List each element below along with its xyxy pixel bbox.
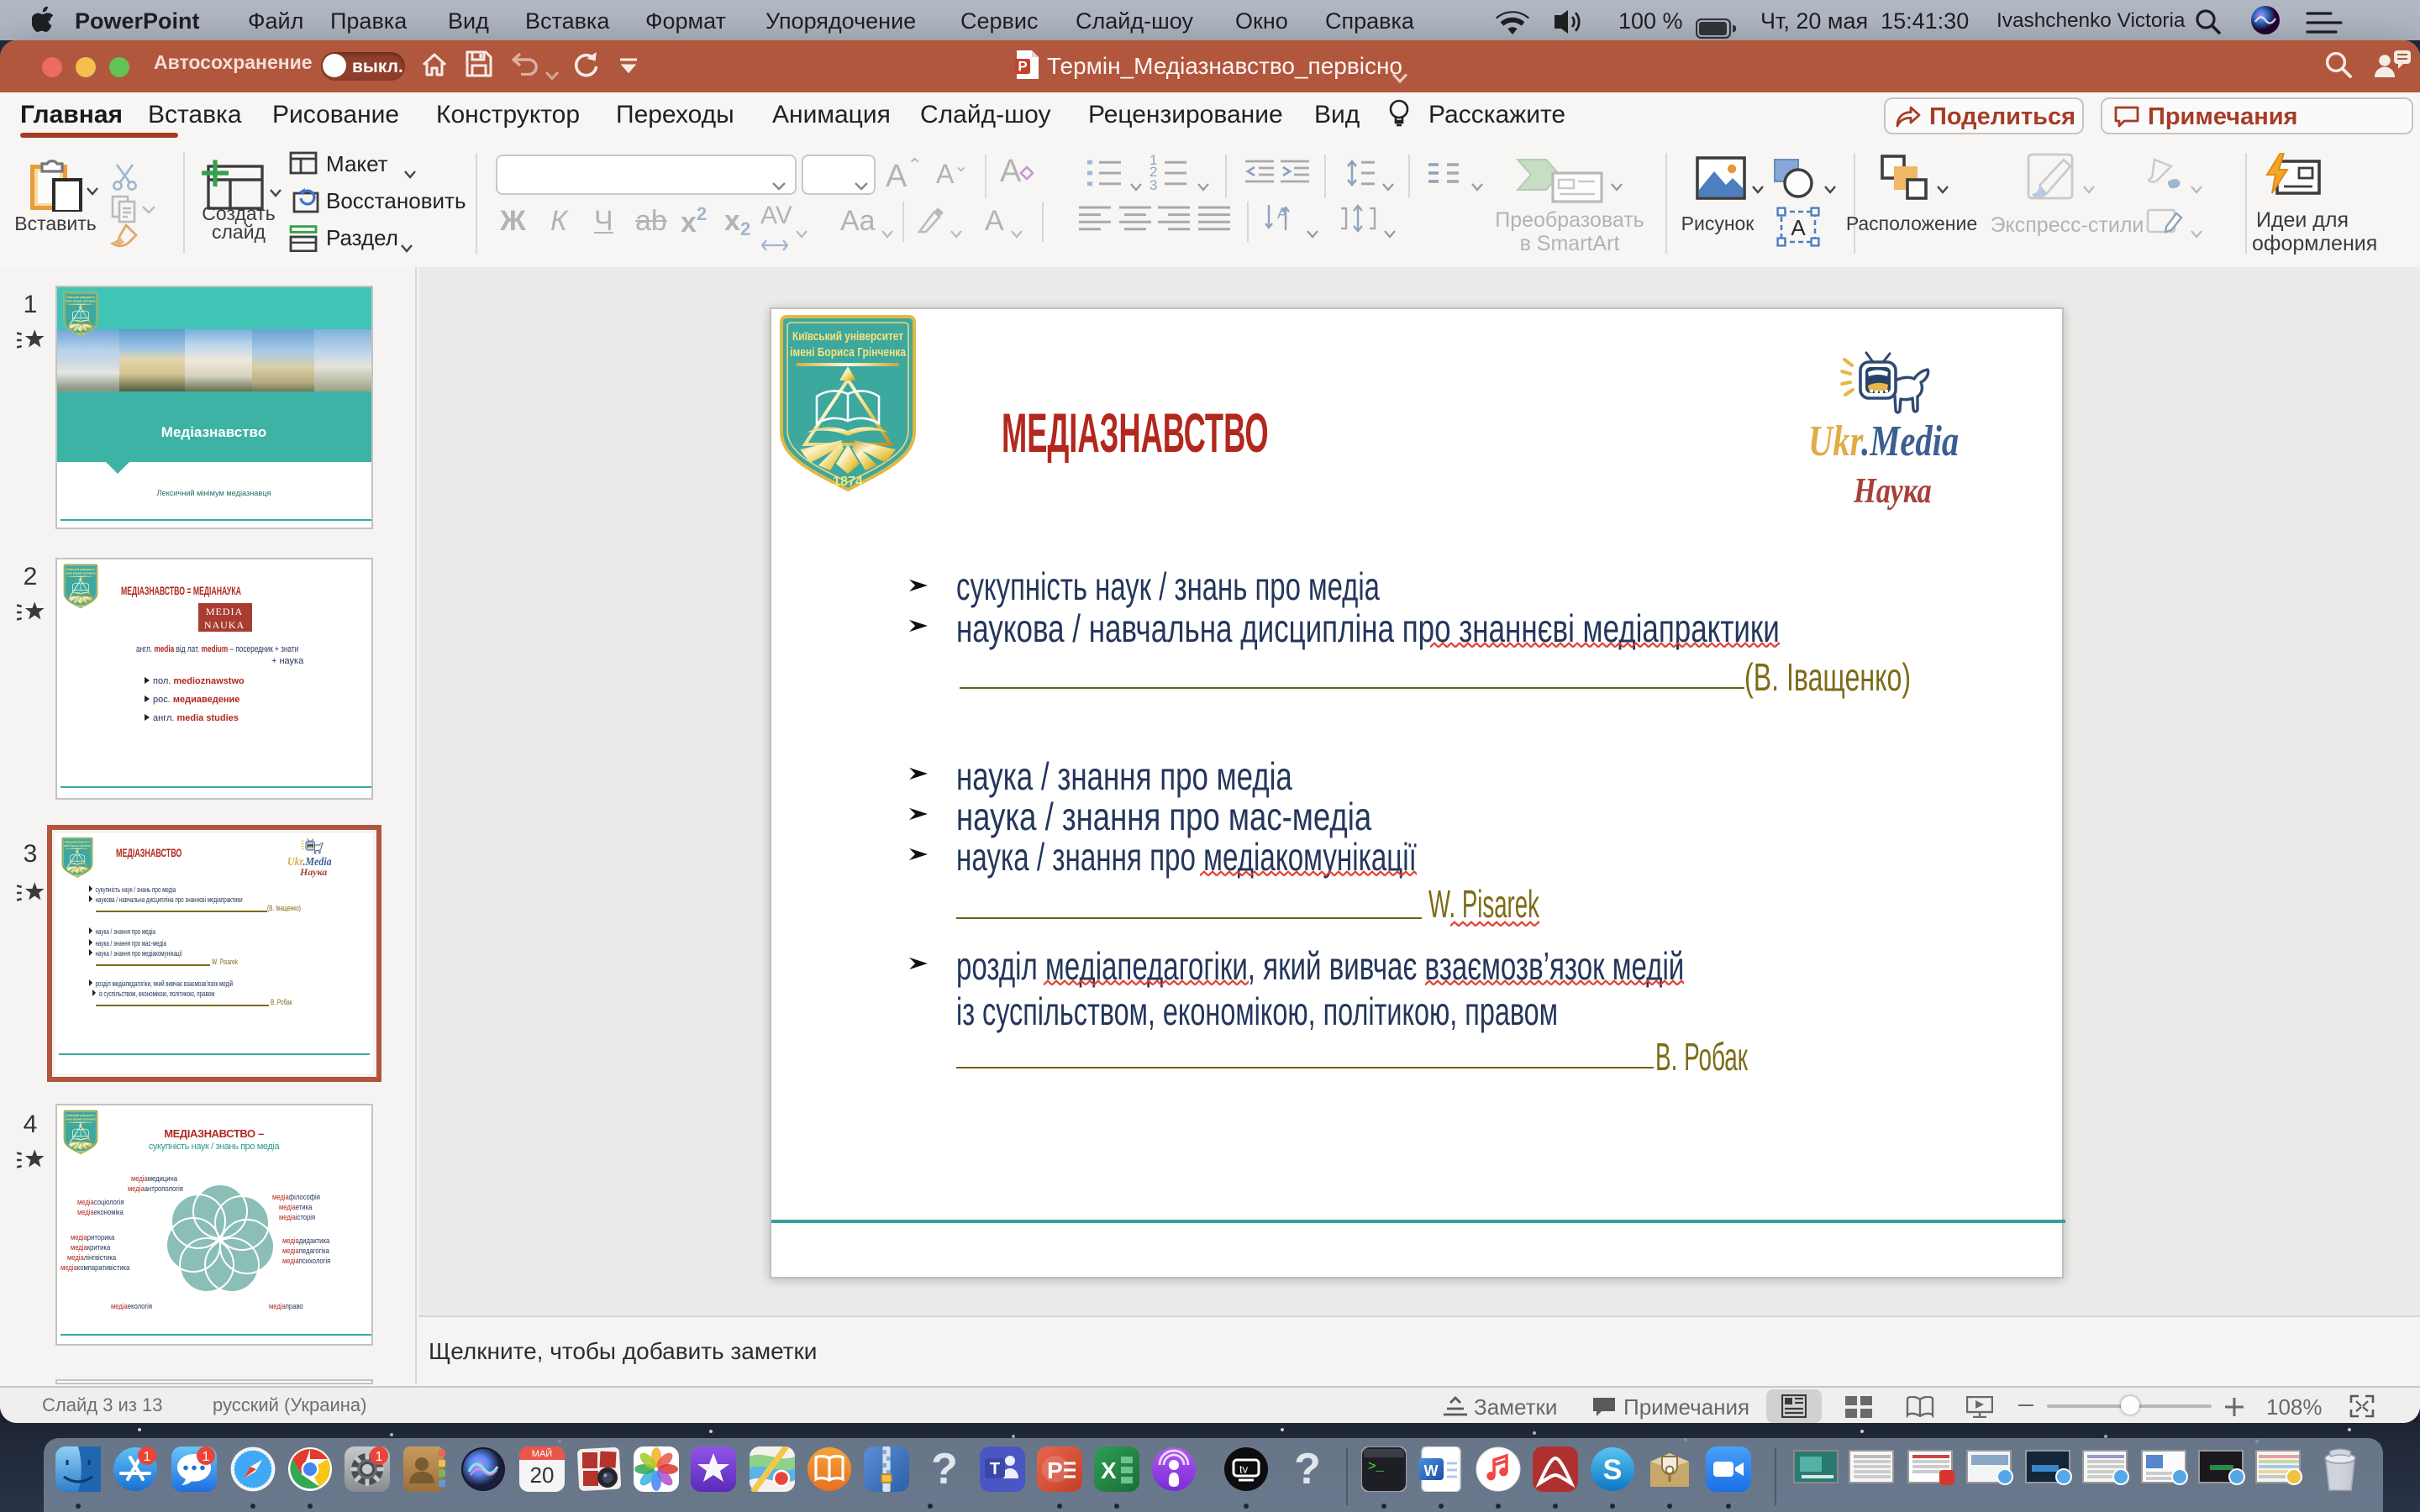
svg-text:1: 1 xyxy=(143,1449,150,1463)
svg-text:МАЙ: МАЙ xyxy=(531,1447,551,1458)
svg-text:P: P xyxy=(1046,1457,1062,1483)
svg-text:20: 20 xyxy=(529,1462,554,1487)
svg-text:P: P xyxy=(1018,57,1027,73)
svg-text:W: W xyxy=(1423,1462,1438,1478)
svg-text:X: X xyxy=(1101,1457,1117,1483)
svg-text:1: 1 xyxy=(376,1449,383,1463)
svg-text:S: S xyxy=(1603,1453,1623,1485)
svg-text:tv: tv xyxy=(1239,1462,1249,1475)
svg-text:A: A xyxy=(1791,214,1806,239)
svg-text:>_: >_ xyxy=(1368,1458,1385,1473)
svg-text:1: 1 xyxy=(202,1449,209,1463)
svg-text:T: T xyxy=(989,1459,999,1478)
